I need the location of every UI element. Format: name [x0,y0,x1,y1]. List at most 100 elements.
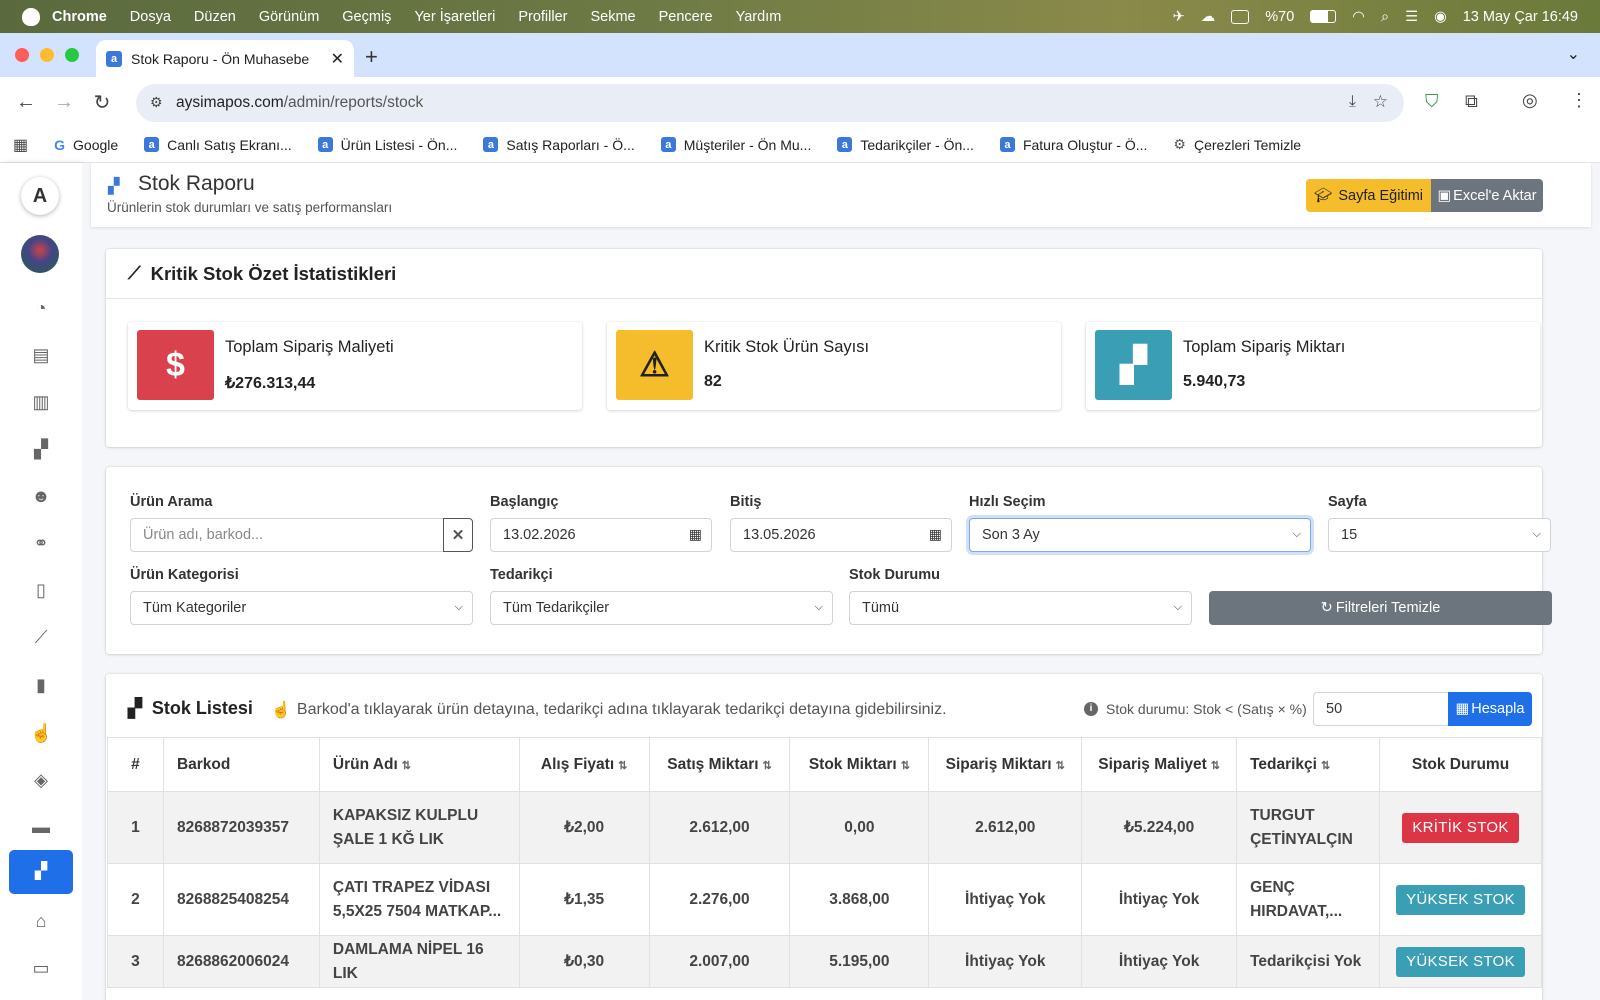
sort-icon[interactable]: ⇅ [1056,760,1065,772]
cell-supplier-link[interactable]: GENÇ HIRDAVAT,... [1236,863,1381,936]
layers-icon[interactable]: ◈ [30,770,52,790]
sidebar-item-stock-report[interactable]: ▞ [9,850,73,894]
warehouse-icon[interactable]: ⌂ [30,911,52,931]
site-info-icon[interactable]: ⚙ [150,94,163,111]
menu-profiles[interactable]: Profiller [518,9,567,25]
bookmark-fatura-olustur[interactable]: a Fatura Oluştur - Ö... [999,137,1147,153]
product-search-input[interactable]: Ürün adı, barkod... [130,518,444,552]
cash-register-icon[interactable]: ▤ [30,345,52,365]
start-date-input[interactable]: 13.02.2026 ▦ [490,518,712,552]
menu-window[interactable]: Pencere [659,9,713,25]
calendar-icon[interactable]: ▦ [689,526,702,543]
extensions-puzzle-icon[interactable]: ⧉ [1465,91,1478,112]
siri-icon[interactable]: ◉ [1434,9,1447,25]
col-header-stock-qty[interactable]: Stok Miktarı ⇅ [789,737,930,792]
col-header-supplier[interactable]: Tedarikçi ⇅ [1236,737,1381,792]
boxes-icon[interactable]: ▞ [30,439,52,459]
menu-bookmarks[interactable]: Yer İşaretleri [414,9,495,25]
apple-icon[interactable] [22,7,40,26]
export-excel-button[interactable]: ▣ Excel'e Aktar [1431,179,1543,212]
sort-icon[interactable]: ⇅ [618,760,627,772]
cell-supplier-link[interactable]: TURGUT ÇETİNYALÇIN [1236,791,1381,864]
battery-icon[interactable] [1310,10,1337,23]
clear-filters-button[interactable]: ↻ Filtreleri Temizle [1209,591,1552,625]
menu-history[interactable]: Geçmiş [342,9,391,25]
forward-arrow-icon[interactable]: → [45,91,83,114]
cloud-icon[interactable]: ☁ [1201,9,1216,25]
maximize-window-button[interactable] [65,48,79,62]
bookmark-musteriler[interactable]: a Müşteriler - Ön Mu... [660,137,811,153]
reload-icon[interactable]: ↻ [83,90,121,115]
menu-help[interactable]: Yardım [736,9,782,25]
col-header-buy-price[interactable]: Alış Fiyatı ⇅ [518,737,650,792]
clock[interactable]: 13 May Çar 16:49 [1463,9,1578,25]
bookmark-cerezleri-temizle[interactable]: ⚙ Çerezleri Temizle [1173,136,1301,153]
sort-icon[interactable]: ⇅ [1211,760,1220,772]
menu-edit[interactable]: Düzen [194,9,236,25]
address-bar[interactable]: ⚙ aysimapos.com/admin/reports/stock ⤓ ☆ [136,84,1404,122]
more-menu-icon[interactable]: ⋮ [1570,90,1588,111]
cell-barcode-link[interactable]: 8268872039357 [162,791,320,864]
bar-chart-icon[interactable]: ▮ [30,675,52,695]
stock-status-dropdown[interactable]: Tümü ⌵ [849,591,1192,625]
clear-search-button[interactable]: ✕ [443,518,473,552]
shield-extension-icon[interactable]: ⛉ [1425,91,1439,112]
sort-icon[interactable]: ⇅ [1321,760,1330,772]
close-tab-icon[interactable]: ✕ [331,49,344,69]
app-logo-icon[interactable]: A [21,177,59,215]
menu-app-name[interactable]: Chrome [52,9,107,25]
bookmark-satis-raporlari[interactable]: a Satış Raporları - Ö... [483,137,635,153]
control-center-icon[interactable]: ☰ [1405,9,1418,25]
percent-input[interactable]: 50 [1313,692,1449,726]
col-header-sales-qty[interactable]: Satış Miktarı ⇅ [648,737,791,792]
user-avatar[interactable] [21,235,59,273]
truck-icon[interactable]: ▬ [30,817,52,837]
new-tab-icon[interactable]: + [365,44,378,70]
back-arrow-icon[interactable]: ← [7,91,45,114]
bookmark-urun-listesi[interactable]: a Ürün Listesi - Ön... [317,137,457,153]
col-header-order-qty[interactable]: Sipariş Miktarı ⇅ [928,737,1083,792]
clipboard-icon[interactable]: ▥ [30,392,52,412]
quick-select-dropdown[interactable]: Son 3 Ay ⌵ [969,518,1311,552]
thumbs-up-icon[interactable]: ☝ [30,723,52,743]
bookmark-google[interactable]: G Google [54,137,118,153]
handshake-icon[interactable]: ⚭ [30,533,52,553]
sort-icon[interactable]: ⇅ [763,760,772,772]
dashboard-gauge-icon[interactable]: ◔ [30,298,52,318]
invoice-icon[interactable]: ▯ [30,580,52,600]
cell-barcode-link[interactable]: 8268862006024 [162,935,320,988]
col-header-product-name[interactable]: Ürün Adı ⇅ [318,737,520,792]
calendar-icon[interactable]: ▦ [929,526,942,543]
vpn-icon[interactable]: ✈ [1173,9,1185,25]
users-icon[interactable]: ☻ [30,486,52,506]
page-training-button[interactable]: 🎓︎ Sayfa Eğitimi [1306,179,1431,212]
col-header-order-cost[interactable]: Sipariş Maliyet ⇅ [1081,737,1238,792]
category-dropdown[interactable]: Tüm Kategoriler ⌵ [130,591,473,625]
minimize-window-button[interactable] [40,48,54,62]
close-window-button[interactable] [15,48,29,62]
line-chart-icon[interactable]: ⟋ [30,627,52,647]
tab-search-chevron-icon[interactable]: ⌄ [1567,44,1580,64]
end-date-input[interactable]: 13.05.2026 ▦ [730,518,952,552]
bookmark-canli-satis[interactable]: a Canlı Satış Ekranı... [144,137,292,153]
sort-icon[interactable]: ⇅ [402,760,411,772]
wifi-icon[interactable]: ◠ [1352,9,1365,25]
cell-supplier-link[interactable]: Tedarikçisi Yok [1236,935,1381,988]
credit-card-icon[interactable]: ▭ [30,958,52,978]
menu-file[interactable]: Dosya [130,9,171,25]
sort-icon[interactable]: ⇅ [901,760,910,772]
browser-tab-active[interactable]: a Stok Raporu - Ön Muhasebe ✕ [96,40,354,78]
profile-icon[interactable]: ◎ [1522,90,1538,111]
display-icon[interactable] [1231,9,1250,24]
search-icon[interactable]: ⌕ [1381,9,1389,25]
bookmark-tedarikciler[interactable]: a Tedarikçiler - Ön... [837,137,974,153]
supplier-dropdown[interactable]: Tüm Tedarikçiler ⌵ [490,591,833,625]
menu-view[interactable]: Görünüm [259,9,319,25]
install-app-icon[interactable]: ⤓ [1349,93,1356,111]
cell-barcode-link[interactable]: 8268825408254 [162,863,320,936]
calculate-button[interactable]: ▦ Hesapla [1448,692,1532,726]
bookmark-star-icon[interactable]: ☆ [1373,92,1388,112]
apps-grid-icon[interactable]: ▦ [13,135,28,155]
menu-tab[interactable]: Sekme [590,9,635,25]
page-size-dropdown[interactable]: 15 ⌵ [1328,518,1551,552]
